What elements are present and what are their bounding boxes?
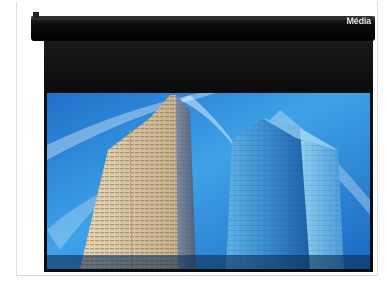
screen-case	[31, 12, 375, 41]
screen-top-drop	[44, 41, 373, 93]
brand-logo: Média	[346, 16, 371, 26]
projector-screen-photo	[31, 12, 375, 272]
projected-image	[47, 93, 370, 269]
